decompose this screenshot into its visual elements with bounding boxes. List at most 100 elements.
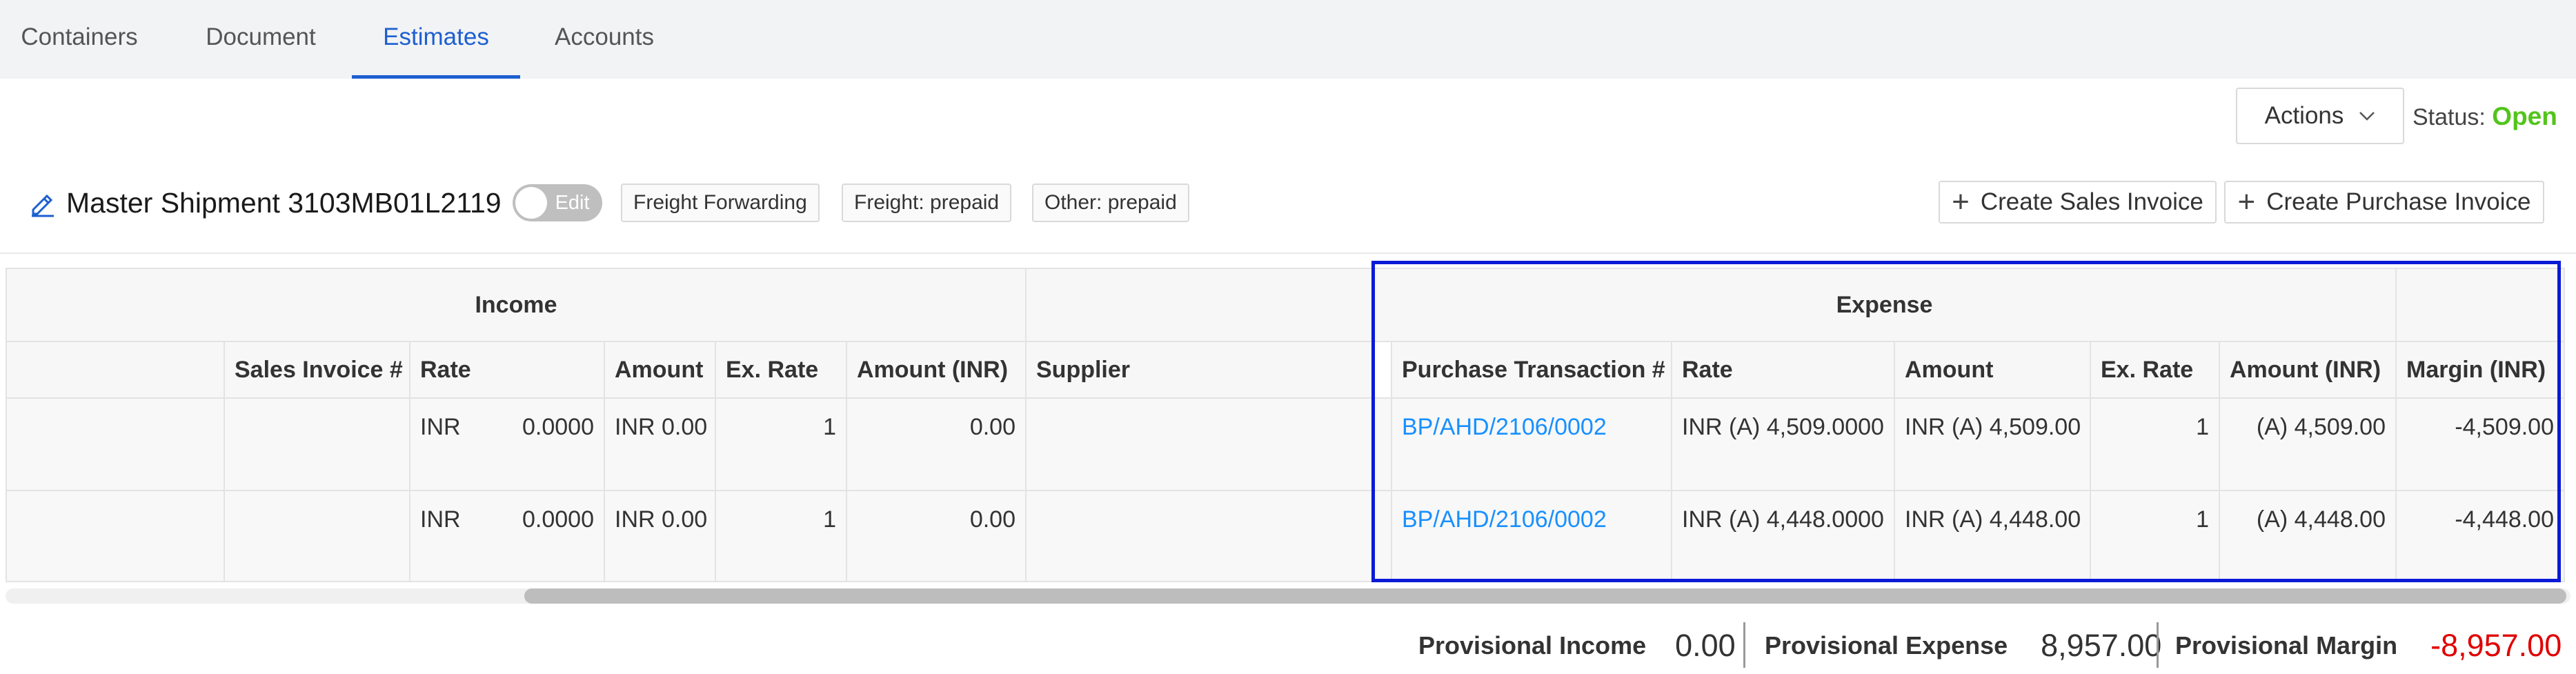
table-cell-expense-rate[interactable]: INR (A) 4,448.0000: [1671, 490, 1895, 582]
table-cell-expense-ex-rate[interactable]: 1: [2090, 397, 2220, 491]
toggle-knob: [515, 187, 547, 219]
table-cell-income-rate[interactable]: INR 0.0000: [409, 490, 605, 582]
provisional-income-value: 0.00: [1675, 628, 1736, 663]
create-sales-invoice-label: Create Sales Invoice: [1980, 188, 2203, 215]
col-header-expense-ex-rate[interactable]: Ex. Rate: [2090, 341, 2220, 399]
table-cell-supplier[interactable]: [1025, 397, 1374, 491]
plus-icon: +: [2237, 185, 2256, 219]
col-header-blank: [6, 341, 225, 399]
income-amount-value: INR 0.00: [615, 414, 708, 440]
col-header-income-ex-rate[interactable]: Ex. Rate: [715, 341, 847, 399]
provisional-margin-label: Provisional Margin: [2175, 631, 2398, 660]
group-header-expense: Expense: [1372, 268, 2397, 342]
table-cell-expense-amount[interactable]: INR (A) 4,448.00: [1894, 490, 2091, 582]
income-rate-value: 0.0000: [522, 414, 594, 440]
create-sales-invoice-button[interactable]: + Create Sales Invoice: [1939, 181, 2217, 224]
margin-inr-value: -4,448.00: [2455, 506, 2554, 533]
chevron-down-icon: [2359, 112, 2375, 121]
expense-rate-value: INR (A) 4,448.0000: [1682, 506, 1884, 533]
edit-toggle[interactable]: Edit: [512, 184, 602, 221]
table-cell-expense-rate[interactable]: INR (A) 4,509.0000: [1671, 397, 1895, 491]
table-cell-sales-invoice[interactable]: [224, 397, 410, 491]
col-header-expense-rate[interactable]: Rate: [1671, 341, 1895, 399]
expense-rate-value: INR (A) 4,509.0000: [1682, 414, 1884, 440]
tab-document[interactable]: Document: [186, 0, 335, 79]
income-rate-currency: INR: [420, 414, 461, 440]
table-cell-income-amount-inr: 0.00: [846, 490, 1027, 582]
table-cell-margin-inr: -4,448.00: [2395, 490, 2565, 582]
col-header-income-amount[interactable]: Amount: [604, 341, 716, 399]
col-header-purchase-transaction[interactable]: Purchase Transaction #: [1391, 341, 1672, 399]
table-cell-supplier[interactable]: [1025, 490, 1374, 582]
table-cell-expense-ex-rate[interactable]: 1: [2090, 490, 2220, 582]
col-header-supplier[interactable]: Supplier: [1025, 341, 1374, 399]
income-rate-value: 0.0000: [522, 506, 594, 533]
edit-toggle-label: Edit: [555, 192, 590, 214]
actions-label: Actions: [2264, 102, 2344, 129]
col-header-sales-invoice[interactable]: Sales Invoice #: [224, 341, 410, 399]
shipment-header: Master Shipment 3103MB01L2119 Edit: [28, 181, 602, 225]
margin-inr-value: -4,509.00: [2455, 414, 2554, 440]
provisional-margin-value: -8,957.00: [2430, 628, 2562, 663]
tag-freight-forwarding: Freight Forwarding: [621, 184, 820, 222]
table-cell-expense-amount-inr: (A) 4,509.00: [2219, 397, 2397, 491]
table-cell-income-amount[interactable]: INR 0.00: [604, 490, 716, 582]
tab-estimates[interactable]: Estimates: [352, 0, 520, 79]
table-cell-margin-inr: -4,509.00: [2395, 397, 2565, 491]
table-cell-income-ex-rate[interactable]: 1: [715, 397, 847, 491]
income-amount-value: INR 0.00: [615, 506, 708, 533]
table-cell-income-ex-rate[interactable]: 1: [715, 490, 847, 582]
actions-dropdown-button[interactable]: Actions: [2236, 88, 2404, 144]
provisional-margin: Provisional Margin -8,957.00: [2175, 621, 2562, 671]
group-header-margin-blank: [2395, 268, 2565, 342]
col-header-income-amount-inr[interactable]: Amount (INR): [846, 341, 1027, 399]
col-header-income-rate[interactable]: Rate: [409, 341, 605, 399]
expense-ex-rate-value: 1: [2196, 414, 2209, 440]
expense-ex-rate-value: 1: [2196, 506, 2209, 533]
page-title: Master Shipment 3103MB01L2119: [66, 186, 502, 219]
group-header-income: Income: [6, 268, 1027, 342]
income-ex-rate-value: 1: [823, 414, 836, 440]
status-prefix: Status:: [2412, 104, 2486, 130]
expense-amount-inr-value: (A) 4,448.00: [2256, 506, 2386, 533]
provisional-expense-value: 8,957.00: [2041, 628, 2162, 663]
create-purchase-invoice-button[interactable]: + Create Purchase Invoice: [2224, 181, 2544, 224]
estimates-table: Income Expense Sales Invoice # Rate Amou…: [0, 0, 2576, 674]
footer-separator: [2157, 622, 2159, 668]
income-amount-inr-value: 0.00: [969, 414, 1015, 440]
header-divider: [0, 252, 2576, 254]
table-row-1-blank: [6, 397, 225, 491]
table-cell-sales-invoice[interactable]: [224, 490, 410, 582]
purchase-transaction-link[interactable]: BP/AHD/2106/0002: [1402, 414, 1607, 441]
provisional-expense-label: Provisional Expense: [1765, 631, 2008, 660]
purchase-transaction-link[interactable]: BP/AHD/2106/0002: [1402, 506, 1607, 533]
table-cell-income-rate[interactable]: INR 0.0000: [409, 397, 605, 491]
provisional-income: Provisional Income 0.00: [1418, 621, 1736, 671]
table-cell-income-amount-inr: 0.00: [846, 397, 1027, 491]
group-header-supplier-blank: [1025, 268, 1374, 342]
expense-amount-value: INR (A) 4,509.00: [1905, 414, 2081, 440]
tab-accounts[interactable]: Accounts: [535, 0, 673, 79]
table-cell-purchase-transaction: BP/AHD/2106/0002: [1391, 397, 1672, 491]
status-badge: Open: [2492, 102, 2557, 130]
horizontal-scrollbar-thumb[interactable]: [524, 588, 2566, 604]
tag-freight-prepaid: Freight: prepaid: [842, 184, 1012, 222]
col-header-margin-inr[interactable]: Margin (INR): [2395, 341, 2565, 399]
create-purchase-invoice-label: Create Purchase Invoice: [2266, 188, 2531, 215]
tab-containers[interactable]: Containers: [0, 0, 159, 79]
table-cell-income-amount[interactable]: INR 0.00: [604, 397, 716, 491]
table-cell-expense-amount-inr: (A) 4,448.00: [2219, 490, 2397, 582]
table-cell-expense-amount[interactable]: INR (A) 4,509.00: [1894, 397, 2091, 491]
status-indicator: Status: Open: [2412, 102, 2557, 131]
table-row-2-blank: [6, 490, 225, 582]
expense-amount-inr-value: (A) 4,509.00: [2256, 414, 2386, 440]
income-ex-rate-value: 1: [823, 506, 836, 533]
col-header-expense-amount-inr[interactable]: Amount (INR): [2219, 341, 2397, 399]
income-amount-inr-value: 0.00: [969, 506, 1015, 533]
footer-separator: [1743, 622, 1745, 668]
tab-bar: Containers Document Estimates Accounts: [0, 0, 2576, 79]
tag-other-prepaid: Other: prepaid: [1032, 184, 1189, 222]
provisional-expense: Provisional Expense 8,957.00: [1765, 621, 2161, 671]
col-header-expense-amount[interactable]: Amount: [1894, 341, 2091, 399]
edit-pencil-icon[interactable]: [28, 188, 58, 218]
